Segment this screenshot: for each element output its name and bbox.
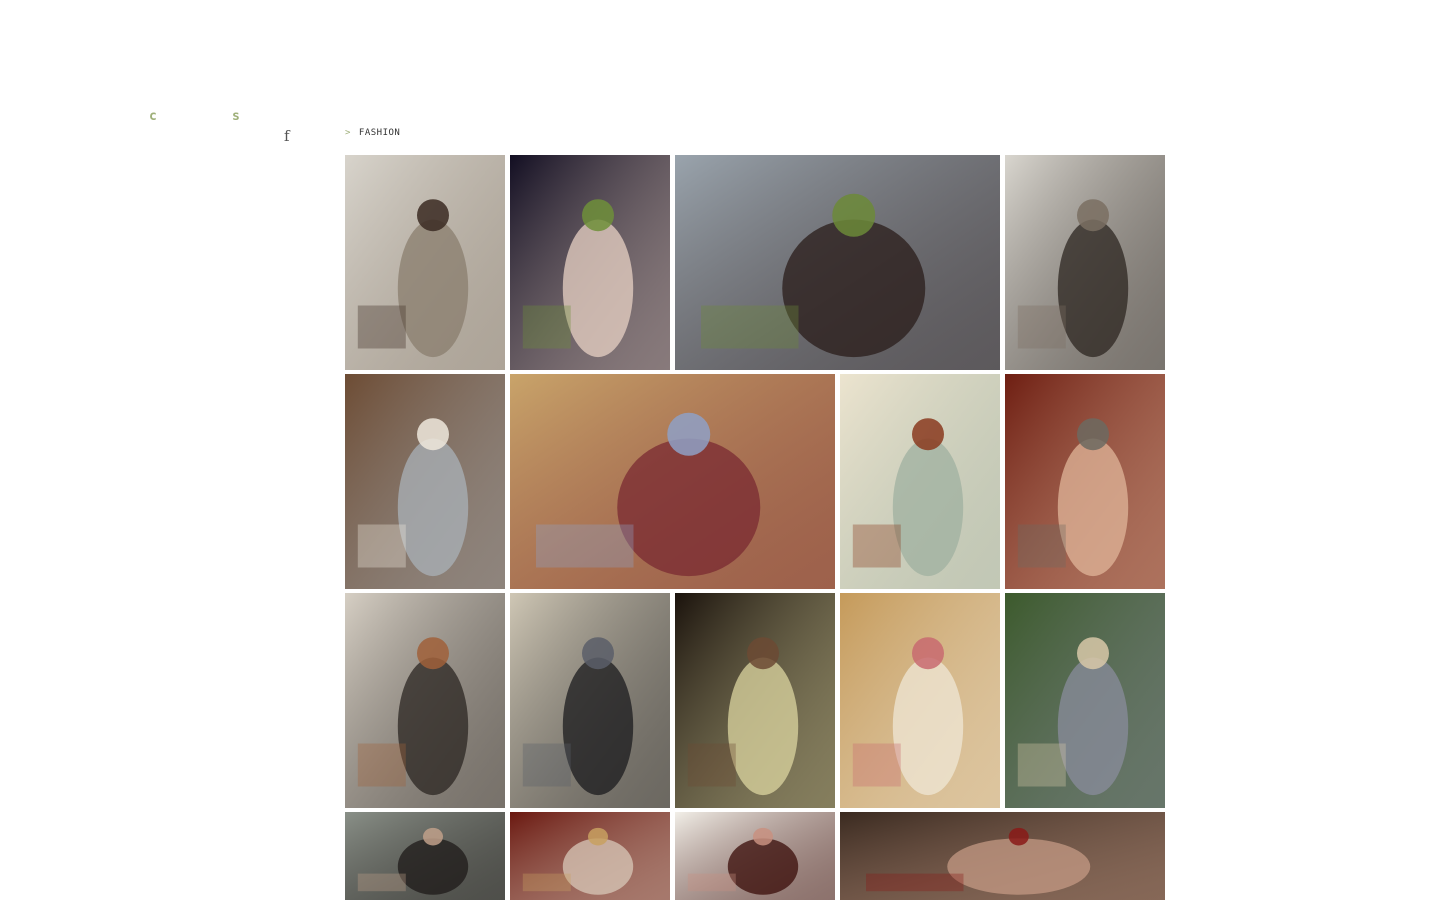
photo-ornate-red-building[interactable] [510,812,670,900]
photo-man-portrait-dark[interactable] [345,812,505,900]
photo-man-with-vintage-car[interactable] [510,593,670,808]
breadcrumb-separator: > [345,128,351,138]
site-logo-c[interactable]: c [149,109,157,124]
photo-woman-seated-by-window[interactable] [345,155,505,370]
photo-woman-with-bow-tie[interactable] [1005,374,1165,589]
photo-woman-lying-on-box[interactable] [840,593,1000,808]
photo-girl-with-cartoon-gloves[interactable] [345,374,505,589]
photo-woman-in-dark-dress[interactable] [675,593,835,808]
photo-man-seated-on-stool[interactable] [1005,155,1165,370]
photo-woman-seated-on-bed[interactable] [510,374,835,589]
breadcrumb: > FASHION [345,128,400,138]
photo-woman-on-green-phone[interactable] [510,155,670,370]
breadcrumb-current[interactable]: FASHION [359,128,400,138]
site-logo-s[interactable]: s [232,109,240,124]
photo-girl-in-tree[interactable] [1005,593,1165,808]
photo-woman-eyes-closed[interactable] [840,812,1165,900]
photo-araucaria-branches[interactable] [675,155,1000,370]
site-logo-f[interactable]: f [284,127,290,145]
photo-coffee-cup-still-life[interactable] [840,374,1000,589]
photo-polaroid-figure[interactable] [675,812,835,900]
photo-jacket-and-desk[interactable] [345,593,505,808]
